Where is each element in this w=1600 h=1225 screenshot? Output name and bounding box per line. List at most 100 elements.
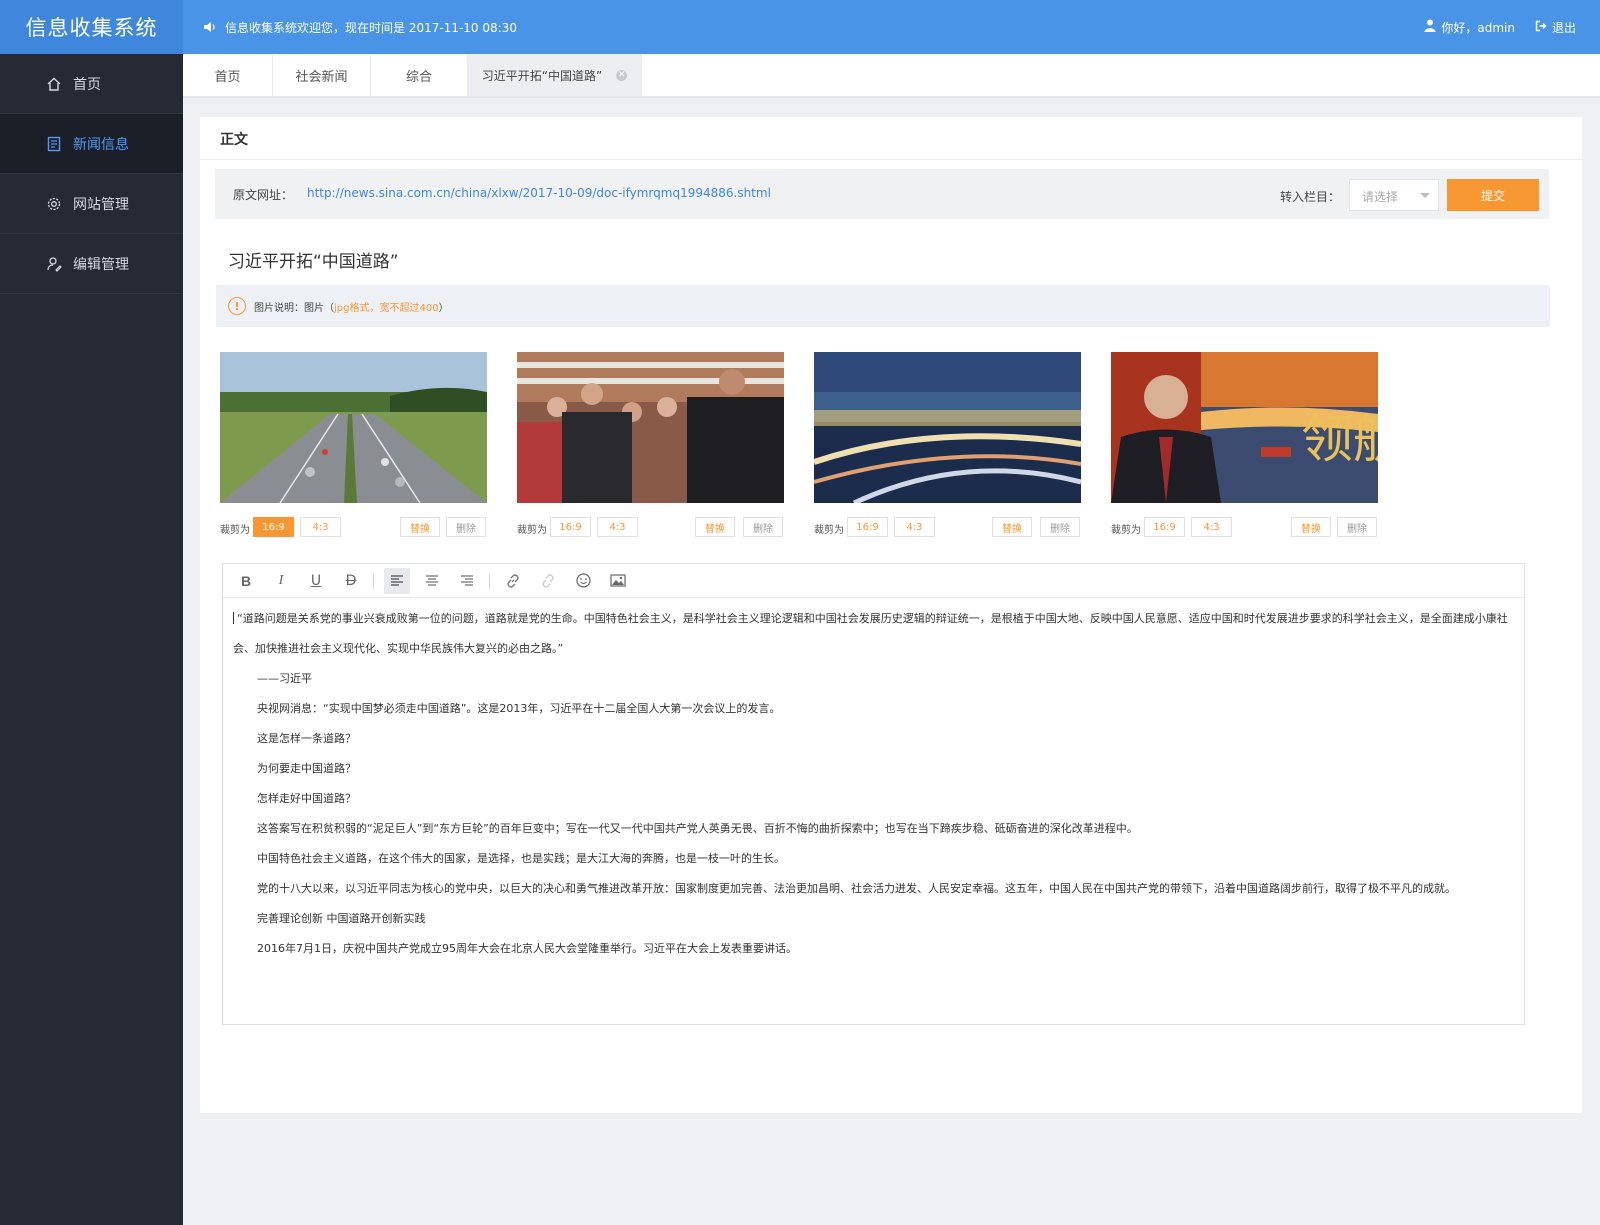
tab-label: 习近平开拓“中国道路”: [481, 68, 603, 83]
paragraph: 中国特色社会主义道路，在这个伟大的国家，是选择，也是实践；是大江大海的奔腾，也是…: [257, 852, 785, 865]
speaker-icon: [203, 20, 217, 34]
link-icon[interactable]: [500, 568, 526, 594]
highway-photo: [220, 352, 487, 503]
strikethrough-icon[interactable]: D: [338, 568, 364, 594]
crop-16-9-button[interactable]: 16:9: [847, 517, 888, 537]
crop-controls: 裁剪为 16:9 4:3 替换 删除: [814, 517, 1084, 537]
emoji-icon[interactable]: [570, 568, 596, 594]
image-item: 领航 裁剪为 16:9 4:3 替换 删除: [1111, 352, 1381, 537]
text-cursor: [233, 612, 234, 624]
logout-label: 退出: [1551, 20, 1576, 35]
tab-social-news[interactable]: 社会新闻: [273, 54, 371, 96]
editor-content[interactable]: “道路问题是关系党的事业兴衰成败第一位的问题，道路就是党的生命。中国特色社会主义…: [223, 598, 1524, 964]
image-item: 裁剪为 16:9 4:3 替换 删除: [220, 352, 490, 537]
paragraph: 央视网消息：“实现中国梦必须走中国道路”。这是2013年，习近平在十二届全国人大…: [257, 702, 781, 715]
crop-16-9-button[interactable]: 16:9: [253, 517, 294, 537]
toolbar-divider: [373, 572, 374, 589]
crop-controls: 裁剪为 16:9 4:3 替换 删除: [1111, 517, 1381, 537]
unlink-icon[interactable]: [535, 568, 561, 594]
paragraph: ——习近平: [257, 672, 312, 685]
image-icon[interactable]: [605, 568, 631, 594]
sidebar-item-label: 网站管理: [73, 196, 129, 213]
source-url-link[interactable]: http://news.sina.com.cn/china/xlxw/2017-…: [307, 186, 771, 200]
sidebar-item-label: 首页: [73, 76, 101, 93]
italic-icon[interactable]: I: [268, 568, 294, 594]
user-greeting[interactable]: 你好，admin: [1424, 19, 1515, 36]
note-suffix: ）: [438, 302, 449, 314]
paragraph: 2016年7月1日，庆祝中国共产党成立95周年大会在北京人民大会堂隆重举行。习近…: [257, 942, 797, 955]
delete-button[interactable]: 删除: [1040, 517, 1080, 537]
sidebar-item-home[interactable]: 首页: [0, 54, 183, 114]
sidebar-item-label: 编辑管理: [73, 256, 129, 273]
column-select-placeholder: 请选择: [1362, 190, 1399, 204]
welcome-text: 信息收集系统欢迎您，现在时间是 2017-11-10 08:30: [225, 20, 517, 35]
card-title: 正文: [220, 132, 248, 148]
crop-4-3-button[interactable]: 4:3: [300, 517, 341, 537]
tab-label: 社会新闻: [295, 69, 348, 85]
editor-toolbar: B I U D: [223, 564, 1524, 598]
tab-label: 首页: [214, 69, 241, 85]
crop-label: 裁剪为: [1111, 525, 1141, 536]
home-icon: [45, 75, 63, 93]
crop-16-9-button[interactable]: 16:9: [550, 517, 591, 537]
sidebar: 信息收集系统 首页 新闻信息 网站管理 编辑管理: [0, 0, 183, 1225]
tab-article[interactable]: 习近平开拓“中国道路” ✕: [468, 54, 642, 96]
paragraph: 怎样走好中国道路？: [257, 792, 356, 805]
align-left-icon[interactable]: [384, 567, 410, 594]
image-item: 裁剪为 16:9 4:3 替换 删除: [814, 352, 1084, 537]
replace-button[interactable]: 替换: [1291, 517, 1331, 537]
rich-text-editor: B I U D “道路问题是关系党的事业兴衰成败第一位的问题，道路就是党的生命。…: [222, 563, 1525, 1025]
paragraph: 党的十八大以来，以习近平同志为核心的党中央，以巨大的决心和勇气推进改革开放：国家…: [257, 882, 1456, 895]
crop-controls: 裁剪为 16:9 4:3 替换 删除: [220, 517, 490, 537]
delete-button[interactable]: 删除: [743, 517, 783, 537]
paragraph: 这是怎样一条道路？: [257, 732, 356, 745]
delete-button[interactable]: 删除: [446, 517, 486, 537]
sidebar-item-label: 新闻信息: [73, 136, 129, 153]
note-prefix: 图片说明：图片（: [254, 302, 334, 314]
delete-button[interactable]: 删除: [1337, 517, 1377, 537]
article-card: 正文 原文网址： http://news.sina.com.cn/china/x…: [200, 117, 1582, 1113]
crop-label: 裁剪为: [814, 525, 844, 536]
crop-4-3-button[interactable]: 4:3: [894, 517, 935, 537]
app-logo[interactable]: 信息收集系统: [0, 0, 183, 54]
underline-icon[interactable]: U: [303, 568, 329, 594]
align-center-icon[interactable]: [419, 568, 445, 594]
warning-icon: !: [228, 297, 246, 315]
user-icon: [1424, 19, 1436, 35]
logout-icon: [1535, 20, 1547, 35]
crop-16-9-button[interactable]: 16:9: [1144, 517, 1185, 537]
crop-4-3-button[interactable]: 4:3: [1191, 517, 1232, 537]
source-bar: 原文网址： http://news.sina.com.cn/china/xlxw…: [215, 169, 1549, 219]
bold-icon[interactable]: B: [233, 568, 259, 594]
crop-4-3-button[interactable]: 4:3: [597, 517, 638, 537]
tab-bar: 首页 社会新闻 综合 习近平开拓“中国道路” ✕: [183, 54, 1600, 98]
replace-button[interactable]: 替换: [695, 517, 735, 537]
port-night-photo: [814, 352, 1081, 503]
top-header: 信息收集系统欢迎您，现在时间是 2017-11-10 08:30 你好，admi…: [183, 0, 1600, 54]
tab-label: 综合: [405, 69, 432, 85]
close-icon[interactable]: ✕: [616, 69, 628, 81]
image-item: 裁剪为 16:9 4:3 替换 删除: [517, 352, 787, 537]
toolbar-divider: [489, 572, 490, 589]
column-select[interactable]: 请选择: [1349, 179, 1439, 211]
paragraph: “道路问题是关系党的事业兴衰成败第一位的问题，道路就是党的生命。中国特色社会主义…: [233, 604, 1514, 664]
crop-label: 裁剪为: [220, 525, 250, 536]
sidebar-item-editor-management[interactable]: 编辑管理: [0, 234, 183, 294]
greeting-text: 你好，admin: [1441, 20, 1515, 35]
sidebar-item-site-management[interactable]: 网站管理: [0, 174, 183, 234]
replace-button[interactable]: 替换: [992, 517, 1032, 537]
paragraph: 完善理论创新 中国道路开创新实践: [257, 912, 426, 925]
submit-button[interactable]: 提交: [1447, 179, 1539, 211]
crowd-photo: [517, 352, 784, 503]
align-right-icon[interactable]: [454, 568, 480, 594]
tab-home[interactable]: 首页: [183, 54, 273, 96]
tab-general[interactable]: 综合: [371, 54, 468, 96]
replace-button[interactable]: 替换: [400, 517, 440, 537]
sidebar-item-news[interactable]: 新闻信息: [0, 114, 183, 174]
paragraph-text: “道路问题是关系党的事业兴衰成败第一位的问题，道路就是党的生命。中国特色社会主义…: [233, 612, 1508, 655]
gear-icon: [45, 195, 63, 213]
logout-button[interactable]: 退出: [1535, 19, 1576, 36]
column-label: 转入栏目：: [1280, 190, 1341, 204]
leader-poster-photo: 领航: [1111, 352, 1378, 503]
source-label: 原文网址：: [233, 188, 294, 202]
